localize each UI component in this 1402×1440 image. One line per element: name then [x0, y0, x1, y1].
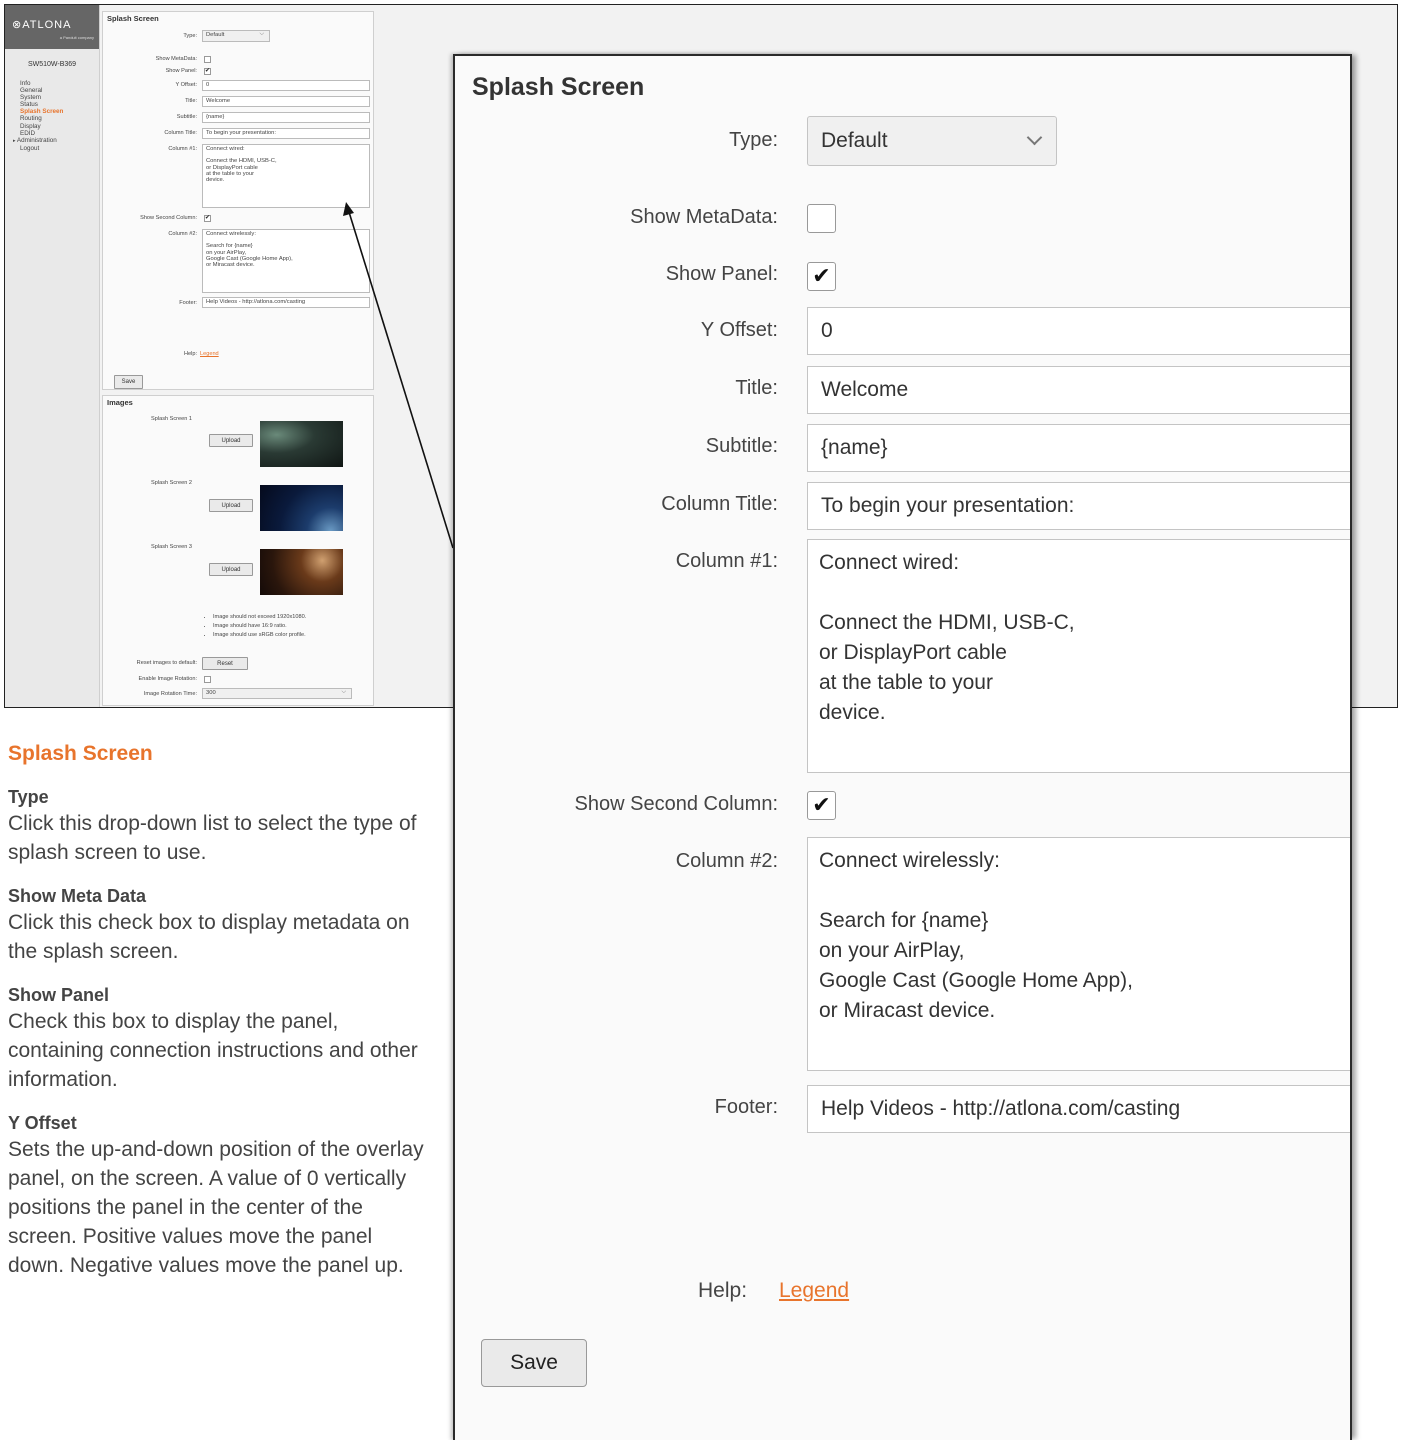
zoom-column2-textarea[interactable]: Connect wirelessly: Search for {name} on… [807, 837, 1350, 1071]
callout-line [348, 211, 454, 549]
documentation-text: Splash Screen Type Click this drop-down … [8, 742, 428, 1280]
zoom-type-select[interactable]: Default [807, 116, 1057, 166]
zoom-show-second-column-label: Show Second Column: [574, 793, 778, 815]
zoom-title-label: Title: [735, 377, 778, 399]
zoom-save-button[interactable]: Save [481, 1339, 587, 1387]
doc-section-body: Click this drop-down list to select the … [8, 812, 417, 864]
doc-section-body: Check this box to display the panel, con… [8, 1010, 418, 1091]
zoom-show-second-column-checkbox[interactable]: ✔ [807, 791, 836, 820]
zoom-y-offset-label: Y Offset: [700, 319, 778, 341]
doc-section-title: Type [8, 787, 49, 807]
zoom-show-panel-label: Show Panel: [665, 263, 778, 285]
doc-section-body: Click this check box to display metadata… [8, 911, 410, 963]
zoom-show-metadata-checkbox[interactable] [807, 204, 836, 233]
zoom-help-label: Help: [698, 1279, 748, 1302]
zoom-subtitle-label: Subtitle: [705, 435, 778, 457]
zoom-show-metadata-label: Show MetaData: [630, 206, 778, 228]
doc-section-show-meta-data: Show Meta Data Click this check box to d… [8, 884, 428, 966]
zoom-panel-title: Splash Screen [472, 73, 645, 101]
zoom-footer-input[interactable]: Help Videos - http://atlona.com/casting [807, 1085, 1350, 1133]
zoom-title-input[interactable]: Welcome [807, 366, 1350, 414]
zoom-footer-label: Footer: [714, 1096, 778, 1118]
splash-screen-zoom: Splash Screen Type: Default Show MetaDat… [453, 54, 1352, 1440]
chevron-down-icon [1026, 129, 1043, 146]
zoom-column-title-input[interactable]: To begin your presentation: [807, 482, 1350, 530]
doc-section-type: Type Click this drop-down list to select… [8, 785, 428, 867]
doc-section-y-offset: Y Offset Sets the up-and-down position o… [8, 1111, 428, 1280]
zoom-column1-label: Column #1: [675, 550, 778, 572]
zoom-y-offset-input[interactable]: 0 [807, 307, 1350, 355]
doc-section-title: Show Meta Data [8, 886, 147, 906]
doc-heading: Splash Screen [8, 742, 153, 765]
zoom-column-title-label: Column Title: [661, 493, 778, 515]
doc-section-show-panel: Show Panel Check this box to display the… [8, 983, 428, 1094]
zoom-column1-textarea[interactable]: Connect wired: Connect the HDMI, USB-C, … [807, 539, 1350, 773]
zoom-type-label: Type: [729, 129, 778, 151]
zoom-type-value: Default [821, 129, 888, 152]
arrowhead-icon [343, 202, 354, 216]
zoom-column2-label: Column #2: [675, 850, 778, 872]
doc-section-title: Show Panel [8, 985, 110, 1005]
zoom-subtitle-input[interactable]: {name} [807, 424, 1350, 472]
zoom-legend-link[interactable]: Legend [779, 1279, 849, 1303]
doc-section-body: Sets the up-and-down position of the ove… [8, 1138, 424, 1277]
doc-section-title: Y Offset [8, 1113, 77, 1133]
zoom-show-panel-checkbox[interactable]: ✔ [807, 262, 836, 291]
